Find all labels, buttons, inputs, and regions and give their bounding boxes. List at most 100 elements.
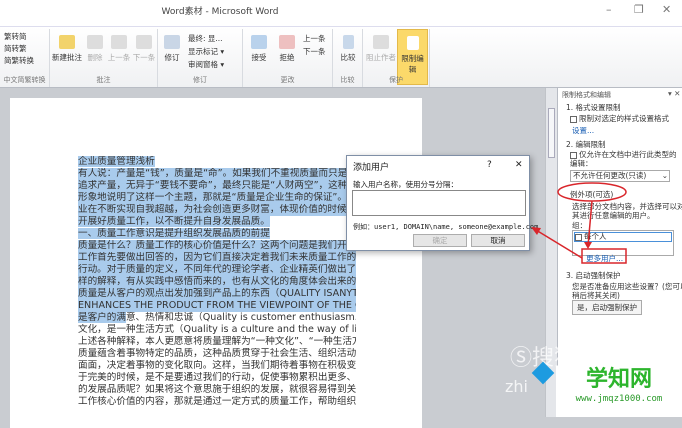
- document-line[interactable]: 的发展品质呢？如果将这个意思施于组织的发展，就很容易得到关于质量: [78, 384, 356, 396]
- text[interactable]: 工作核心价值的内容，那就是通过一定方式的质量工作，帮助组织提升发: [78, 396, 356, 407]
- label: 限制对选定的样式设置格式: [579, 114, 669, 123]
- text[interactable]: 行动。对于质量的定义，不同年代的理论学者、企业精英们做出了各种各: [78, 264, 356, 275]
- text[interactable]: ENHANCES THE PRODUCT FROM THE VIEWPOINT …: [78, 300, 356, 311]
- minimize-button[interactable]: –: [606, 3, 612, 16]
- text[interactable]: 文化，是一种生活方式（Quality is a culture and the …: [78, 324, 356, 335]
- group-chinese-conversion: 繁转简 简转繁 简繁转换 中文简繁转换: [0, 29, 50, 87]
- group-label: 保护: [389, 76, 403, 84]
- text[interactable]: 一、质量工作意识是提升组织发展品质的前提: [78, 228, 270, 239]
- section-3-title: 3. 启动强制保护: [566, 271, 621, 280]
- users-input[interactable]: [352, 190, 526, 216]
- simp-to-trad-button[interactable]: 简转繁: [4, 43, 27, 54]
- settings-link[interactable]: 设置...: [572, 125, 594, 136]
- label: 删除: [87, 53, 103, 62]
- dialog-close-button[interactable]: ✕: [515, 160, 523, 170]
- convert-button[interactable]: 简繁转换: [4, 55, 34, 66]
- cancel-button[interactable]: 取消: [471, 234, 525, 247]
- text[interactable]: 上述各种解释，本人更愿意将质量理解为“一种文化”、“一种生活方式”，: [78, 336, 356, 347]
- selected-text[interactable]: 是客户的满: [78, 312, 126, 323]
- document-line[interactable]: ENHANCES THE PRODUCT FROM THE VIEWPOINT …: [78, 300, 356, 312]
- editing-restriction-checkbox[interactable]: 仅允许在文档中进行此类型的编辑：: [570, 150, 682, 168]
- compare-button[interactable]: 比较: [336, 35, 360, 63]
- next-change-button[interactable]: 下一条: [303, 46, 326, 57]
- document-line[interactable]: 有人说：产量是“钱”，质量是“命”。如果我们不重视质量而只是一味地: [78, 168, 356, 180]
- pane-title: 限制格式和编辑: [562, 91, 611, 99]
- group-item-everyone[interactable]: 每个人: [574, 232, 672, 242]
- label: 新建批注: [52, 53, 82, 62]
- text[interactable]: 有人说：产量是“钱”，质量是“命”。如果我们不重视质量而只是一味地: [78, 168, 356, 179]
- text[interactable]: 面面，决定着事物的变化取向。这样，当我们期待着事物在积极变化中趋: [78, 360, 356, 371]
- new-comment-button[interactable]: 新建批注: [52, 35, 82, 63]
- text[interactable]: 形象地说明了这样一个主题，那就是“质量是企业生命的保证”。而当企: [78, 192, 356, 203]
- checkbox[interactable]: [575, 233, 582, 241]
- label: 阻止作者: [366, 53, 396, 62]
- next-comment-button[interactable]: 下一条: [132, 35, 156, 63]
- document-line[interactable]: 质量是从客户的观点出发加强到产品上的东西（QUALITY ISANYTHING …: [78, 288, 356, 300]
- users-prompt: 输入用户名称，使用分号分隔：: [353, 180, 458, 189]
- document-line[interactable]: 是客户的满意、热情和忠诚（Quality is customer enthusi…: [78, 312, 356, 324]
- document-line[interactable]: 企业质量管理浅析: [78, 156, 356, 168]
- delete-comment-button[interactable]: 删除: [84, 35, 106, 63]
- label: 限制编辑: [401, 54, 424, 74]
- track-changes-button[interactable]: 修订: [160, 35, 184, 63]
- text[interactable]: 于完美的时候，是不是要通过我们的行动，促使事物累积出更多、更优秀: [78, 372, 356, 383]
- prev-change-button[interactable]: 上一条: [303, 33, 326, 44]
- document-line[interactable]: 上述各种解释，本人更愿意将质量理解为“一种文化”、“一种生活方式”，: [78, 336, 356, 348]
- text[interactable]: 质量是什么？质量工作的核心价值是什么？这两个问题是我们开展质量: [78, 240, 356, 251]
- show-markup-button[interactable]: 显示标记 ▾: [188, 46, 224, 57]
- text[interactable]: 开展好质量工作，以不断提升自身发展品质。: [78, 216, 270, 227]
- document-line[interactable]: 工作核心价值的内容，那就是通过一定方式的质量工作，帮助组织提升发: [78, 396, 356, 408]
- start-protection-button[interactable]: 是，启动强制保护: [572, 300, 642, 315]
- document-line[interactable]: 工作首先要做出回答的，因为它们直接决定着我们未来质量工作的方向和: [78, 252, 356, 264]
- text[interactable]: 企业质量管理浅析: [78, 156, 155, 167]
- document-line[interactable]: 行动。对于质量的定义，不同年代的理论学者、企业精英们做出了各种各: [78, 264, 356, 276]
- display-review-select[interactable]: 最终: 显...: [188, 33, 223, 44]
- group-label: 更改: [280, 76, 295, 84]
- restore-button[interactable]: ❐: [634, 3, 644, 16]
- document-line[interactable]: 质量蕴含着事物特定的品质，这种品质贯穿于社会生活、组织活动的方方: [78, 348, 356, 360]
- trad-to-simp-button[interactable]: 繁转简: [4, 31, 27, 42]
- document-line[interactable]: 于完美的时候，是不是要通过我们的行动，促使事物累积出更多、更优秀: [78, 372, 356, 384]
- checkbox[interactable]: [570, 151, 577, 159]
- block-authors-button[interactable]: 阻止作者: [365, 35, 397, 63]
- format-restriction-checkbox[interactable]: 限制对选定的样式设置格式: [570, 113, 669, 124]
- ok-button[interactable]: 确定: [413, 234, 467, 247]
- text[interactable]: 业在不断实现自我超越，为社会创造更多财富，体现价值的时候，更需要: [78, 204, 356, 215]
- document-line[interactable]: 文化，是一种生活方式（Quality is a culture and the …: [78, 324, 356, 336]
- reject-button[interactable]: 拒绝: [275, 35, 299, 63]
- track-icon: [164, 35, 180, 49]
- label: 修订: [164, 53, 180, 62]
- accept-button[interactable]: 接受: [247, 35, 271, 63]
- document-line[interactable]: 面面，决定着事物的变化取向。这样，当我们期待着事物在积极变化中趋: [78, 360, 356, 372]
- text[interactable]: 质量蕴含着事物特定的品质，这种品质贯穿于社会生活、组织活动的方方: [78, 348, 356, 359]
- text[interactable]: 追求产量，无异于“要钱不要命”，最终只能是“人财两空”，这种说法很: [78, 180, 356, 191]
- prev-comment-button[interactable]: 上一条: [107, 35, 131, 63]
- document-line[interactable]: 形象地说明了这样一个主题，那就是“质量是企业生命的保证”。而当企: [78, 192, 356, 204]
- document-line[interactable]: 业在不断实现自我超越，为社会创造更多财富，体现价值的时候，更需要: [78, 204, 356, 216]
- document-line[interactable]: 开展好质量工作，以不断提升自身发展品质。: [78, 216, 356, 228]
- more-users-link[interactable]: 更多用户...: [586, 253, 623, 264]
- document-line[interactable]: 样的解释，有从实践中感悟而来的，也有从文化的角度体会出来的，比如：: [78, 276, 356, 288]
- document-body[interactable]: 企业质量管理浅析 有人说：产量是“钱”，质量是“命”。如果我们不重视质量而只是一味…: [78, 156, 356, 408]
- document-line[interactable]: 质量是什么？质量工作的核心价值是什么？这两个问题是我们开展质量: [78, 240, 356, 252]
- editing-type-select[interactable]: 不允许任何更改(只读) ⌄: [570, 170, 670, 182]
- document-line[interactable]: 追求产量，无异于“要钱不要命”，最终只能是“人财两空”，这种说法很: [78, 180, 356, 192]
- text[interactable]: 工作首先要做出回答的，因为它们直接决定着我们未来质量工作的方向和: [78, 252, 356, 263]
- pane-close-icon[interactable]: ▾ ✕: [668, 89, 680, 98]
- text[interactable]: 质量是从客户的观点出发加强到产品上的东西（QUALITY ISANYTHING …: [78, 288, 356, 299]
- text[interactable]: 的发展品质呢？如果将这个意思施于组织的发展，就很容易得到关于质量: [78, 384, 356, 395]
- dialog-title: 添加用户: [353, 163, 390, 173]
- compare-icon: [342, 35, 354, 49]
- text[interactable]: 样的解释，有从实践中感悟而来的，也有从文化的角度体会出来的，比如：: [78, 276, 356, 287]
- ribbon-review-tab: 繁转简 简转繁 简繁转换 中文简繁转换 新建批注 删除 上一条 下一条 批注 修…: [0, 26, 682, 88]
- close-button[interactable]: ✕: [662, 3, 671, 16]
- label: 拒绝: [279, 53, 295, 62]
- site-name: 学知网: [585, 367, 652, 392]
- text[interactable]: 意、热情和忠诚（Quality is customer enthusiasm.）…: [126, 312, 356, 323]
- scroll-thumb[interactable]: [548, 108, 555, 158]
- reviewing-pane-button[interactable]: 审阅窗格 ▾: [188, 59, 224, 70]
- checkbox[interactable]: [570, 115, 577, 123]
- site-url: www.jmqz1000.com: [575, 394, 663, 404]
- document-line[interactable]: 一、质量工作意识是提升组织发展品质的前提: [78, 228, 356, 240]
- help-button[interactable]: ?: [487, 160, 492, 170]
